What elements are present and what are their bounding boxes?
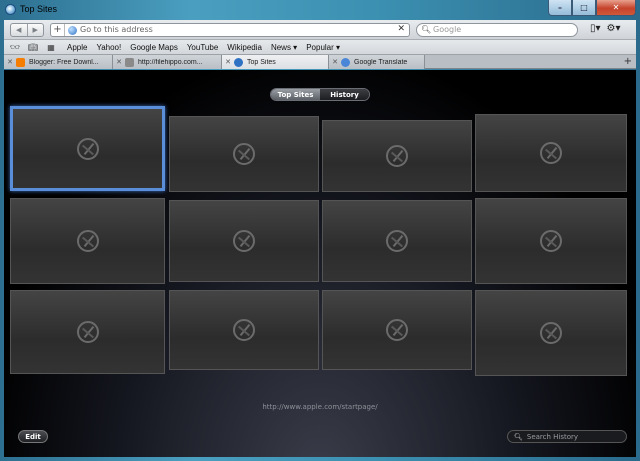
compass-icon bbox=[233, 143, 255, 165]
compass-icon bbox=[386, 145, 408, 167]
compass-icon bbox=[540, 230, 562, 252]
compass-icon bbox=[76, 137, 99, 160]
window-title: Top Sites bbox=[20, 4, 58, 14]
tab-top-sites[interactable]: ✕ Top Sites bbox=[222, 55, 329, 69]
bookmark-news[interactable]: News ▾ bbox=[271, 43, 297, 52]
search-field[interactable]: 🔍︎ Google bbox=[416, 23, 578, 37]
page-icon[interactable]: ▯▾ bbox=[590, 23, 601, 34]
search-icon: 🔍︎ bbox=[514, 432, 523, 441]
search-icon: 🔍︎ bbox=[421, 25, 432, 34]
bookmark-popular[interactable]: Popular ▾ bbox=[306, 43, 340, 52]
close-tab-icon[interactable]: ✕ bbox=[329, 58, 341, 66]
edit-button[interactable]: Edit bbox=[18, 430, 48, 443]
top-site-thumbnail[interactable] bbox=[475, 198, 627, 284]
compass-icon bbox=[386, 319, 408, 341]
bookmark-wikipedia[interactable]: Wikipedia bbox=[227, 43, 262, 52]
bookmark-apple[interactable]: Apple bbox=[67, 43, 87, 52]
top-site-thumbnail[interactable] bbox=[169, 290, 319, 370]
top-site-thumbnail[interactable] bbox=[10, 290, 165, 374]
safari-favicon-icon bbox=[234, 57, 243, 67]
safari-icon bbox=[5, 4, 16, 15]
clear-address-icon[interactable]: ✕ bbox=[397, 24, 405, 34]
minimize-button[interactable]: – bbox=[548, 0, 572, 16]
toolbar: ◀ ▶ + Go to this address ✕ 🔍︎ Google ▯▾ … bbox=[4, 20, 636, 40]
top-sites-view: Top Sites History http://www.apple.com/s… bbox=[4, 70, 636, 457]
top-site-thumbnail[interactable] bbox=[169, 116, 319, 192]
bookmark-youtube[interactable]: YouTube bbox=[187, 43, 218, 52]
top-site-thumbnail[interactable] bbox=[10, 106, 165, 191]
top-site-thumbnail[interactable] bbox=[10, 198, 165, 284]
new-tab-button[interactable]: + bbox=[624, 55, 632, 68]
address-bar[interactable]: + Go to this address ✕ bbox=[50, 23, 410, 37]
tab-history-view[interactable]: History bbox=[320, 89, 369, 100]
tab-blogger[interactable]: ✕ Blogger: Free Downl... bbox=[4, 55, 113, 69]
compass-icon bbox=[76, 321, 99, 343]
top-site-thumbnail[interactable] bbox=[322, 290, 472, 370]
bookmark-google-maps[interactable]: Google Maps bbox=[130, 43, 178, 52]
top-site-thumbnail[interactable] bbox=[475, 290, 627, 376]
toolbar-menus: ▯▾ ⚙▾ bbox=[590, 23, 621, 34]
tab-label: Top Sites bbox=[247, 58, 276, 66]
top-site-thumbnail[interactable] bbox=[322, 120, 472, 192]
tab-google-translate[interactable]: ✕ Google Translate bbox=[329, 55, 425, 69]
compass-icon bbox=[76, 230, 99, 252]
tab-filehippo[interactable]: ✕ http://filehippo.com... bbox=[113, 55, 222, 69]
close-button[interactable]: ✕ bbox=[596, 0, 636, 16]
tab-label: Google Translate bbox=[354, 58, 408, 66]
close-tab-icon[interactable]: ✕ bbox=[113, 58, 125, 66]
history-search-field[interactable]: 🔍︎ Search History bbox=[507, 430, 627, 443]
maximize-button[interactable]: □ bbox=[572, 0, 596, 16]
view-switcher: Top Sites History bbox=[270, 88, 370, 101]
window-controls: – □ ✕ bbox=[548, 0, 636, 16]
top-site-thumbnail[interactable] bbox=[322, 200, 472, 282]
tab-bar: ✕ Blogger: Free Downl... ✕ http://filehi… bbox=[4, 55, 636, 69]
compass-icon bbox=[540, 322, 562, 344]
close-tab-icon[interactable]: ✕ bbox=[222, 58, 234, 66]
globe-icon bbox=[68, 26, 77, 35]
bookmarks-bar: 👓︎ 📖︎ ▦ Apple Yahoo! Google Maps YouTube… bbox=[4, 40, 636, 55]
tab-label: Blogger: Free Downl... bbox=[29, 58, 99, 66]
address-input[interactable]: Go to this address bbox=[80, 25, 153, 34]
search-input[interactable]: Google bbox=[433, 25, 461, 34]
grid-icon[interactable]: ▦ bbox=[44, 43, 58, 52]
close-tab-icon[interactable]: ✕ bbox=[4, 58, 16, 66]
forward-arrow-icon[interactable]: ▶ bbox=[28, 24, 44, 36]
top-site-thumbnail[interactable] bbox=[475, 114, 627, 192]
nav-buttons: ◀ ▶ bbox=[10, 23, 44, 37]
history-search-input[interactable]: Search History bbox=[527, 433, 578, 441]
gear-icon[interactable]: ⚙▾ bbox=[607, 23, 621, 34]
compass-icon bbox=[540, 142, 562, 164]
tab-top-sites-view[interactable]: Top Sites bbox=[271, 89, 320, 100]
globe-favicon-icon bbox=[341, 57, 350, 67]
hovered-page-url: http://www.apple.com/startpage/ bbox=[262, 403, 378, 411]
back-arrow-icon[interactable]: ◀ bbox=[11, 24, 28, 36]
page-favicon-icon bbox=[125, 57, 134, 67]
compass-icon bbox=[386, 230, 408, 252]
reading-glasses-icon[interactable]: 👓︎ bbox=[8, 43, 22, 52]
compass-icon bbox=[233, 230, 255, 252]
add-bookmark-button[interactable]: + bbox=[51, 24, 65, 36]
tab-label: http://filehippo.com... bbox=[138, 58, 203, 66]
compass-icon bbox=[233, 319, 255, 341]
browser-window: Top Sites – □ ✕ ◀ ▶ + Go to this address… bbox=[0, 0, 640, 461]
book-icon[interactable]: 📖︎ bbox=[26, 43, 40, 52]
bookmark-yahoo[interactable]: Yahoo! bbox=[96, 43, 121, 52]
top-site-thumbnail[interactable] bbox=[169, 200, 319, 282]
title-bar: Top Sites – □ ✕ bbox=[0, 0, 640, 20]
blogger-favicon-icon bbox=[16, 57, 25, 67]
